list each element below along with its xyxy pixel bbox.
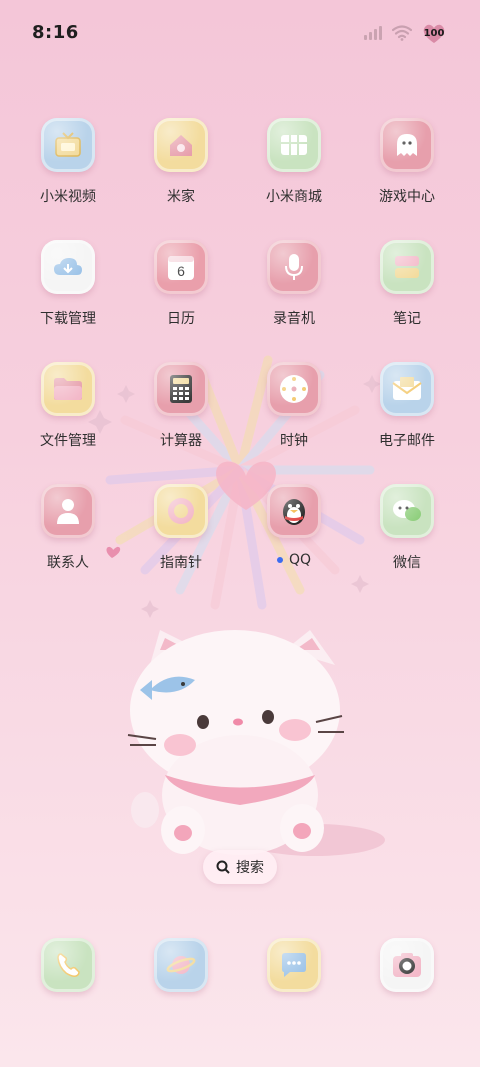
app-label: 时钟 bbox=[280, 433, 308, 449]
app-clock[interactable]: 时钟 bbox=[239, 362, 349, 450]
app-mijia[interactable]: 米家 bbox=[126, 118, 236, 206]
status-bar: 8:16 100 bbox=[0, 0, 480, 64]
calendar-day: 6 bbox=[177, 263, 185, 279]
app-label: 计算器 bbox=[160, 433, 202, 449]
dock-phone[interactable] bbox=[13, 938, 123, 992]
app-calculator[interactable]: 计算器 bbox=[126, 362, 236, 450]
app-mi-store[interactable]: 小米商城 bbox=[239, 118, 349, 206]
search-icon bbox=[216, 860, 230, 874]
status-icons: 100 bbox=[364, 22, 446, 44]
app-file-manager[interactable]: 文件管理 bbox=[13, 362, 123, 450]
app-label: 小米视频 bbox=[40, 189, 96, 205]
calendar-icon: 6 bbox=[154, 240, 208, 294]
tv-icon bbox=[41, 118, 95, 172]
app-label: 微信 bbox=[393, 555, 421, 571]
app-label: 小米商城 bbox=[266, 189, 322, 205]
microphone-icon bbox=[267, 240, 321, 294]
app-label: 电子邮件 bbox=[379, 433, 435, 449]
clock-icon bbox=[267, 362, 321, 416]
folder-icon bbox=[41, 362, 95, 416]
app-qq[interactable]: QQ bbox=[239, 484, 349, 568]
app-game-center[interactable]: 游戏中心 bbox=[352, 118, 462, 206]
dock-messages[interactable] bbox=[239, 938, 349, 992]
app-label: 日历 bbox=[167, 311, 195, 327]
app-label: 录音机 bbox=[273, 311, 315, 327]
message-icon bbox=[267, 938, 321, 992]
app-label: 指南针 bbox=[160, 555, 202, 571]
app-email[interactable]: 电子邮件 bbox=[352, 362, 462, 450]
mail-icon bbox=[380, 362, 434, 416]
battery-level: 100 bbox=[423, 27, 445, 39]
app-label: 游戏中心 bbox=[379, 189, 435, 205]
app-label: QQ bbox=[276, 552, 312, 568]
clock-time: 8:16 bbox=[32, 22, 79, 43]
dock-camera[interactable] bbox=[352, 938, 462, 992]
app-mi-video[interactable]: 小米视频 bbox=[13, 118, 123, 206]
battery-icon: 100 bbox=[422, 22, 446, 44]
wechat-icon bbox=[380, 484, 434, 538]
app-recorder[interactable]: 录音机 bbox=[239, 240, 349, 328]
wifi-icon bbox=[392, 25, 412, 41]
new-dot-indicator bbox=[276, 557, 283, 563]
app-label-text: QQ bbox=[288, 552, 312, 568]
dock bbox=[0, 938, 480, 998]
search-button[interactable]: 搜索 bbox=[203, 850, 277, 884]
app-label: 文件管理 bbox=[40, 433, 96, 449]
app-compass[interactable]: 指南针 bbox=[126, 484, 236, 572]
ghost-icon bbox=[380, 118, 434, 172]
calculator-icon bbox=[154, 362, 208, 416]
app-label: 下载管理 bbox=[40, 311, 96, 327]
contact-icon bbox=[41, 484, 95, 538]
home-icon bbox=[154, 118, 208, 172]
app-wechat[interactable]: 微信 bbox=[352, 484, 462, 572]
app-downloads[interactable]: 下载管理 bbox=[13, 240, 123, 328]
phone-icon bbox=[41, 938, 95, 992]
planet-icon bbox=[154, 938, 208, 992]
app-label: 笔记 bbox=[393, 311, 421, 327]
app-contacts[interactable]: 联系人 bbox=[13, 484, 123, 572]
app-calendar[interactable]: 6 日历 bbox=[126, 240, 236, 328]
app-notes[interactable]: 笔记 bbox=[352, 240, 462, 328]
store-icon bbox=[267, 118, 321, 172]
signal-icon bbox=[364, 26, 382, 40]
kitten-illustration bbox=[127, 630, 385, 856]
dock-browser[interactable] bbox=[126, 938, 236, 992]
app-label: 联系人 bbox=[47, 555, 89, 571]
app-label: 米家 bbox=[167, 189, 195, 205]
qq-penguin-icon bbox=[267, 484, 321, 538]
download-cloud-icon bbox=[41, 240, 95, 294]
search-label: 搜索 bbox=[236, 860, 264, 876]
compass-icon bbox=[154, 484, 208, 538]
camera-icon bbox=[380, 938, 434, 992]
notes-icon bbox=[380, 240, 434, 294]
